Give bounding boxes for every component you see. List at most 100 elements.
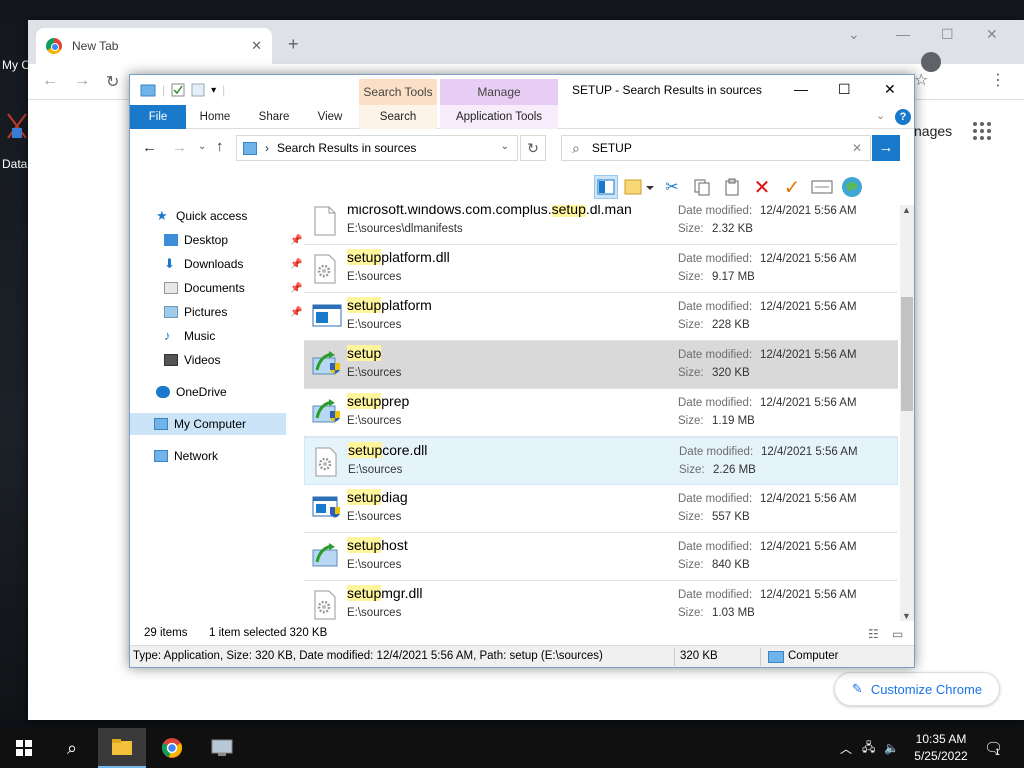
file-name-suffix: prep	[381, 393, 410, 409]
network-tray-icon[interactable]: 🖧	[862, 728, 875, 768]
customize-chrome-button[interactable]: ✎ Customize Chrome	[834, 672, 1000, 706]
file-row[interactable]: setup E:\sources Date modified: 12/4/2021 5…	[304, 341, 898, 389]
file-row[interactable]: setupprep E:\sources Date modified: 12/4/20…	[304, 389, 898, 437]
file-row[interactable]: setuphost E:\sources Date modified: 12/4/20…	[304, 533, 898, 581]
date-modified-value: 12/4/2021 5:56 AM	[761, 446, 858, 458]
taskbar-app[interactable]	[198, 728, 246, 768]
tab-search-icon[interactable]: ⌄	[848, 26, 860, 43]
view-options-icon[interactable]	[624, 175, 654, 199]
notifications-button[interactable]: 🗨 1	[984, 728, 1003, 768]
close-tab-icon[interactable]: ✕	[251, 38, 262, 54]
explorer-back-icon[interactable]: ←	[142, 139, 157, 156]
tab-file[interactable]: File	[130, 105, 186, 129]
new-folder-icon[interactable]	[191, 83, 205, 97]
file-row[interactable]: setupmgr.dll E:\sources Date modified: 12/4…	[304, 581, 898, 621]
expand-ribbon-icon[interactable]: ⌄	[876, 109, 885, 122]
show-hidden-icons[interactable]: ︿	[840, 728, 852, 768]
vertical-scrollbar[interactable]: ▲ ▼	[900, 205, 914, 621]
reload-icon[interactable]: ↻	[106, 72, 119, 92]
forward-icon[interactable]: →	[74, 72, 90, 90]
desktop-icon-my-computer-label[interactable]: My C	[2, 58, 30, 72]
desktop-icon-data-label[interactable]: Data	[2, 157, 27, 171]
nav-downloads[interactable]: ⬇ Downloads 📌	[164, 253, 302, 275]
pencil-icon: ✎	[851, 681, 863, 696]
taskbar-search-icon[interactable]: ⌕	[48, 728, 96, 768]
clear-search-icon[interactable]: ✕	[852, 141, 862, 155]
file-row[interactable]: setupdiag E:\sources Date modified: 12/4/20…	[304, 485, 898, 533]
scroll-down-icon[interactable]: ▼	[902, 611, 911, 621]
nav-documents[interactable]: Documents 📌	[164, 277, 302, 299]
minimize-icon[interactable]: —	[896, 26, 910, 42]
nav-network[interactable]: Network	[154, 445, 218, 467]
volume-icon[interactable]: 🔈	[884, 728, 899, 768]
refresh-button[interactable]: ↻	[520, 135, 546, 161]
large-icons-view-icon[interactable]: ▭	[892, 627, 903, 641]
pin-icon[interactable]: 📌	[290, 307, 302, 318]
file-row[interactable]: setupplatform.dll E:\sources Date modified…	[304, 245, 898, 293]
clock[interactable]: 10:35 AM 5/25/2022	[906, 731, 976, 765]
explorer-close-icon[interactable]: ✕	[884, 81, 896, 98]
back-icon[interactable]: ←	[42, 72, 58, 90]
address-dropdown-icon[interactable]: ⌄	[501, 141, 509, 152]
explorer-minimize-icon[interactable]: —	[794, 81, 808, 97]
search-input[interactable]: ⌕ SETUP ✕	[561, 135, 871, 161]
close-window-icon[interactable]: ✕	[986, 26, 998, 43]
size-label: Size:	[678, 271, 704, 283]
recent-locations-icon[interactable]: ⌄	[198, 141, 206, 152]
scroll-thumb[interactable]	[901, 297, 913, 411]
preview-pane-icon[interactable]	[594, 175, 618, 199]
search-go-button[interactable]: →	[872, 135, 900, 161]
delete-icon[interactable]: ✕	[750, 175, 774, 199]
tab-application-tools[interactable]: Application Tools	[440, 105, 558, 129]
details-view-icon[interactable]: ☷	[868, 627, 879, 641]
explorer-maximize-icon[interactable]: ☐	[838, 81, 851, 98]
nav-pictures[interactable]: Pictures 📌	[164, 301, 302, 323]
address-bar[interactable]: › Search Results in sources ⌄	[236, 135, 518, 161]
chrome-tab[interactable]: New Tab ✕	[36, 28, 272, 64]
breadcrumb-chevron-icon[interactable]: ›	[265, 141, 269, 155]
size-value: 557 KB	[712, 511, 750, 523]
properties-panel-icon[interactable]	[810, 175, 834, 199]
nav-desktop[interactable]: Desktop 📌	[164, 229, 302, 251]
file-row[interactable]: setupcore.dll E:\sources Date modified: 12/…	[304, 437, 898, 485]
new-tab-icon[interactable]: +	[288, 34, 299, 55]
pin-icon[interactable]: 📌	[290, 283, 302, 294]
tab-home[interactable]: Home	[192, 105, 238, 129]
nav-my-computer[interactable]: My Computer	[130, 413, 286, 435]
copy-icon[interactable]	[690, 175, 714, 199]
bookmark-star-icon[interactable]: ☆	[914, 70, 928, 90]
explorer-forward-icon[interactable]: →	[172, 139, 187, 156]
up-folder-icon[interactable]: ↑	[216, 138, 224, 155]
chrome-icon	[161, 738, 183, 758]
google-apps-icon[interactable]	[973, 122, 991, 140]
maximize-icon[interactable]: ☐	[941, 26, 954, 43]
profile-avatar[interactable]	[921, 52, 941, 72]
scroll-up-icon[interactable]: ▲	[902, 205, 911, 215]
start-button[interactable]	[0, 728, 48, 768]
file-row[interactable]: setupplatform E:\sources Date modified: 12/…	[304, 293, 898, 341]
network-globe-icon[interactable]	[840, 175, 864, 199]
rename-check-icon[interactable]: ✓	[780, 175, 804, 199]
date-modified-value: 12/4/2021 5:56 AM	[760, 589, 857, 601]
nav-onedrive[interactable]: OneDrive	[156, 381, 227, 403]
desktop-app-icon[interactable]	[4, 112, 30, 142]
properties-icon[interactable]	[171, 83, 185, 97]
cut-icon[interactable]: ✂	[660, 175, 684, 199]
qat-dropdown-icon[interactable]: ▾	[211, 85, 216, 96]
chrome-menu-icon[interactable]: ⋮	[990, 70, 1006, 90]
images-link[interactable]: nages	[914, 123, 952, 139]
nav-quick-access[interactable]: ★ Quick access	[156, 205, 247, 227]
nav-videos[interactable]: Videos	[164, 349, 220, 371]
tab-search[interactable]: Search	[359, 105, 437, 129]
size-value: 228 KB	[712, 319, 750, 331]
tab-view[interactable]: View	[310, 105, 350, 129]
nav-music[interactable]: ♪ Music	[164, 325, 215, 347]
help-icon[interactable]: ?	[895, 109, 911, 125]
tab-share[interactable]: Share	[252, 105, 296, 129]
taskbar-file-explorer[interactable]	[98, 728, 146, 768]
file-row[interactable]: microsoft.windows.com.complus.setup.dl.m…	[304, 205, 898, 245]
paste-icon[interactable]	[720, 175, 744, 199]
pin-icon[interactable]: 📌	[290, 235, 302, 246]
taskbar-chrome[interactable]	[148, 728, 196, 768]
pin-icon[interactable]: 📌	[290, 259, 302, 270]
